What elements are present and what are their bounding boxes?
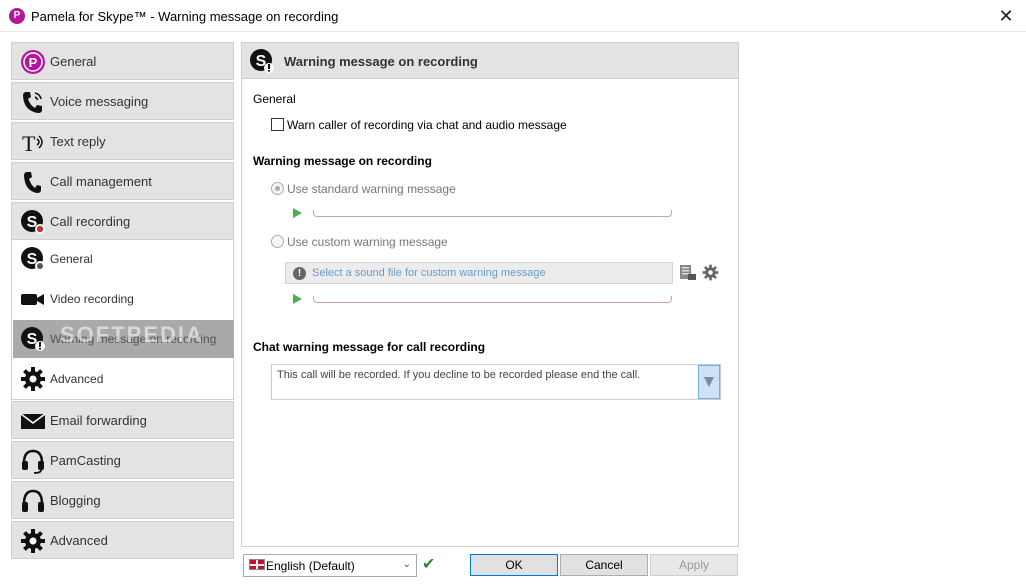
sidebar-item-label: Voice messaging (50, 94, 149, 109)
panel-title: Warning message on recording (284, 54, 478, 69)
apply-button[interactable]: Apply (650, 554, 738, 576)
skype-warning-icon: S (250, 49, 274, 73)
warn-caller-checkbox[interactable] (271, 118, 284, 131)
close-button[interactable]: ✕ (994, 4, 1018, 28)
title-bar: P Pamela for Skype™ - Warning message on… (0, 0, 1026, 32)
text-reply-icon: T (22, 131, 43, 155)
sidebar-item-call-recording[interactable]: S Call recording (11, 202, 234, 240)
sidebar-item-label: Text reply (50, 134, 106, 149)
gear-icon (21, 367, 45, 391)
sidebar-item-call-management[interactable]: Call management (11, 162, 234, 200)
browse-file-icon[interactable] (679, 264, 697, 282)
sidebar-item-label: General (50, 54, 97, 69)
standard-audio-progress[interactable] (313, 210, 672, 217)
chat-message-dropdown-button[interactable] (698, 365, 720, 399)
ok-button[interactable]: OK (470, 554, 558, 576)
standard-message-label[interactable]: Use standard warning message (287, 182, 456, 196)
sidebar-item-pamcasting[interactable]: PamCasting (11, 441, 234, 479)
call-recording-subpanel: S General Video recording S Warning mess… (11, 240, 234, 400)
sidebar-item-label: Email forwarding (50, 413, 147, 428)
sidebar-subitem-label: Warning message on recording (50, 332, 217, 346)
sidebar-item-general[interactable]: P General (11, 42, 234, 80)
chevron-down-icon: ⌄ (402, 559, 411, 570)
play-custom-icon[interactable] (293, 294, 302, 304)
phone-icon (24, 172, 41, 193)
settings-panel: S Warning message on recording General W… (241, 42, 739, 547)
sidebar-subitem-label: Video recording (50, 292, 134, 306)
sidebar-subitem-general[interactable]: S General (13, 240, 234, 278)
language-value: English (Default) (266, 559, 355, 573)
sidebar-subitem-advanced[interactable]: Advanced (13, 360, 234, 398)
pamela-app-icon: P (9, 8, 25, 24)
play-standard-icon[interactable] (293, 208, 302, 218)
sidebar-subitem-label: General (50, 252, 93, 266)
panel-header: S Warning message on recording (242, 43, 738, 79)
sidebar-item-label: Blogging (50, 493, 101, 508)
chat-section-heading: Chat warning message for call recording (253, 340, 486, 354)
sidebar-item-text-reply[interactable]: T Text reply (11, 122, 234, 160)
checkmark-icon: ✔ (422, 556, 436, 573)
standard-message-radio[interactable] (271, 182, 284, 195)
sidebar-item-voice-messaging[interactable]: Voice messaging (11, 82, 234, 120)
window-title: Pamela for Skype™ - Warning message on r… (31, 9, 339, 24)
sidebar-item-advanced[interactable]: Advanced (11, 521, 234, 559)
headphones-icon (22, 489, 44, 512)
sound-file-placeholder: Select a sound file for custom warning m… (312, 267, 546, 279)
svg-text:T: T (22, 131, 36, 155)
sidebar-subitem-warning-message[interactable]: S Warning message on recording (13, 320, 234, 358)
skype-gear-icon: S (21, 247, 45, 271)
sidebar-item-label: Call management (50, 174, 152, 189)
skype-record-icon: S (21, 210, 45, 234)
sidebar-item-label: PamCasting (50, 453, 121, 468)
envelope-icon (20, 413, 46, 429)
custom-message-radio[interactable] (271, 235, 284, 248)
chat-message-text: This call will be recorded. If you decli… (277, 369, 641, 381)
uk-flag-icon (249, 559, 265, 570)
general-group-label: General (253, 92, 296, 106)
sidebar-item-label: Advanced (50, 533, 108, 548)
headset-icon (22, 449, 44, 474)
warn-caller-label[interactable]: Warn caller of recording via chat and au… (287, 118, 567, 132)
language-select[interactable]: English (Default) ⌄ (243, 554, 417, 577)
sidebar-subitem-video-recording[interactable]: Video recording (13, 280, 234, 318)
svg-text:P: P (29, 55, 38, 70)
sidebar-item-email-forwarding[interactable]: Email forwarding (11, 401, 234, 439)
cancel-button[interactable]: Cancel (560, 554, 648, 576)
chat-message-field[interactable]: This call will be recorded. If you decli… (271, 364, 721, 400)
warning-section-heading: Warning message on recording (253, 154, 432, 168)
sidebar-item-label: Call recording (50, 214, 131, 229)
pamela-logo-icon: P (21, 50, 45, 74)
custom-audio-progress[interactable] (313, 296, 672, 303)
phone-waves-icon (23, 92, 42, 113)
gear-icon (21, 529, 45, 553)
sidebar-subitem-label: Advanced (50, 372, 104, 386)
video-camera-icon (21, 294, 44, 305)
skype-warning-icon: S (21, 327, 45, 351)
sidebar-item-blogging[interactable]: Blogging (11, 481, 234, 519)
custom-message-label[interactable]: Use custom warning message (287, 235, 448, 249)
settings-gear-icon[interactable] (702, 264, 719, 281)
exclamation-icon: ! (293, 267, 306, 280)
sound-file-field[interactable]: ! Select a sound file for custom warning… (285, 262, 673, 284)
